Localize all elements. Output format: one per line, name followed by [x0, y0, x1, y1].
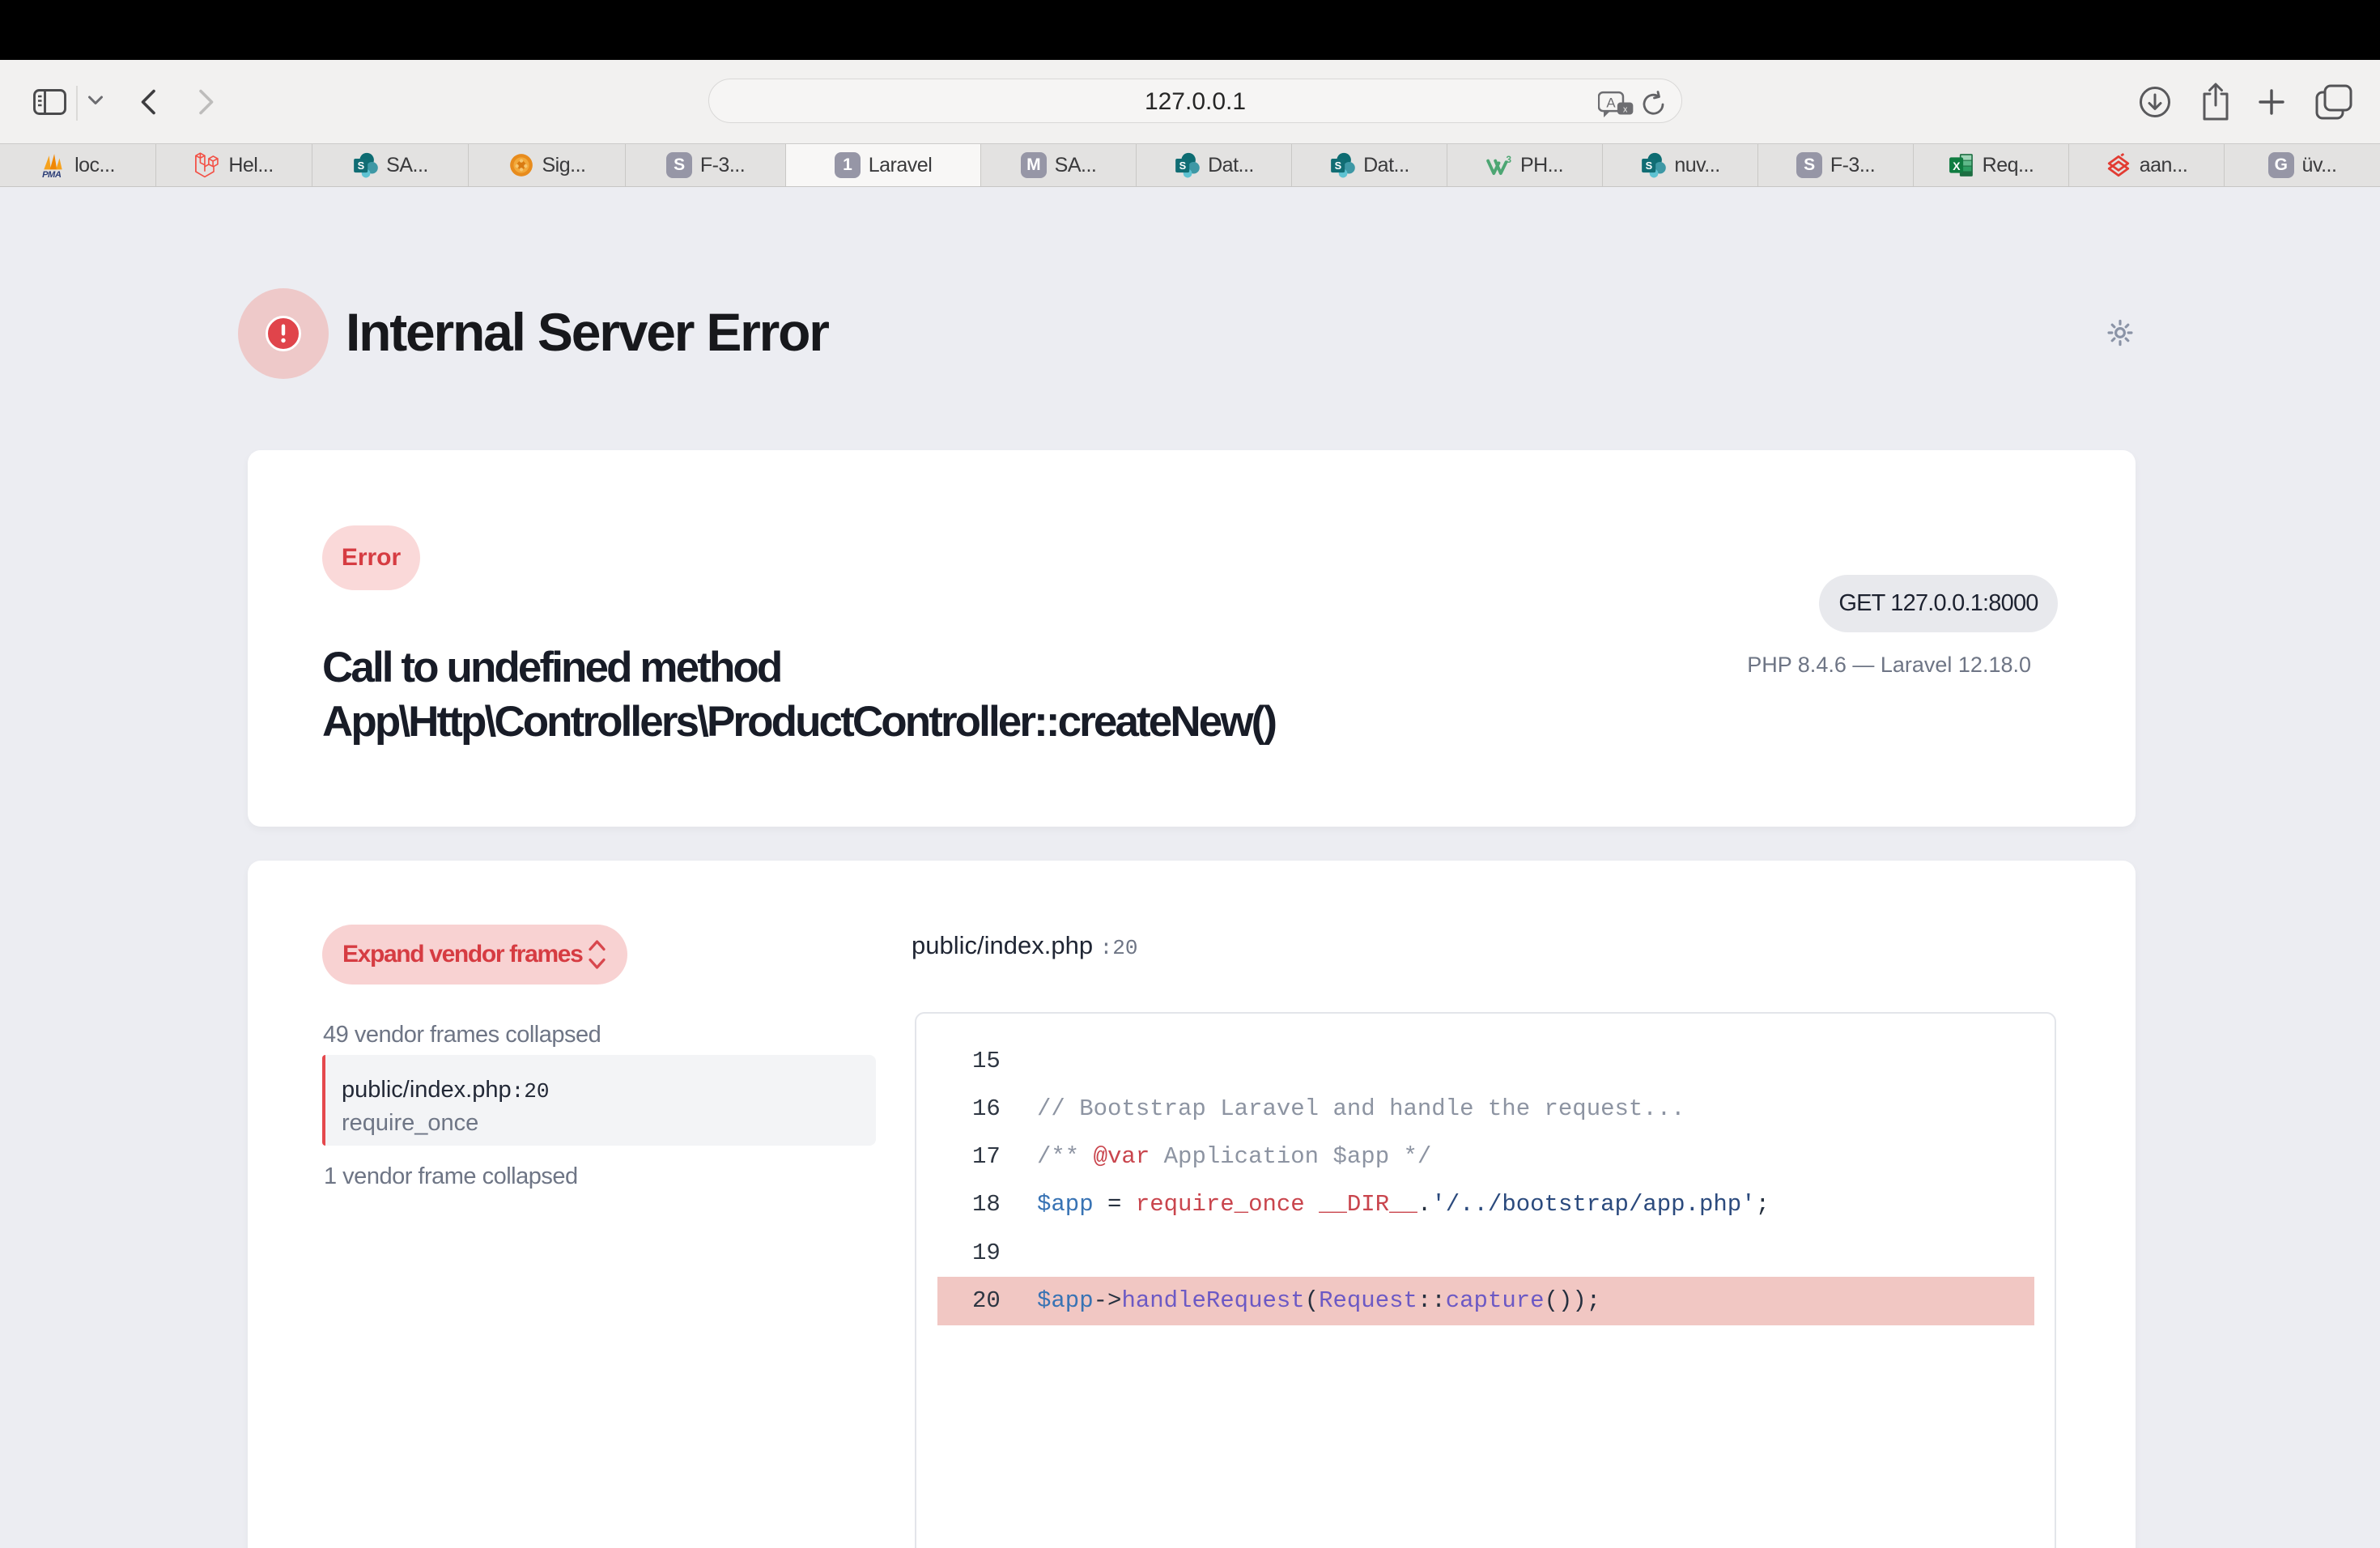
svg-text:PMA: PMA — [42, 170, 62, 178]
svg-text:S: S — [1179, 159, 1187, 172]
svg-text:S: S — [1646, 159, 1653, 172]
svg-text:x: x — [1623, 104, 1628, 114]
svg-text:S: S — [358, 159, 365, 172]
svg-text:3: 3 — [1506, 155, 1511, 165]
svg-text:S: S — [1335, 159, 1342, 172]
svg-text:X: X — [1953, 159, 1961, 172]
svg-text:A: A — [1606, 96, 1616, 111]
